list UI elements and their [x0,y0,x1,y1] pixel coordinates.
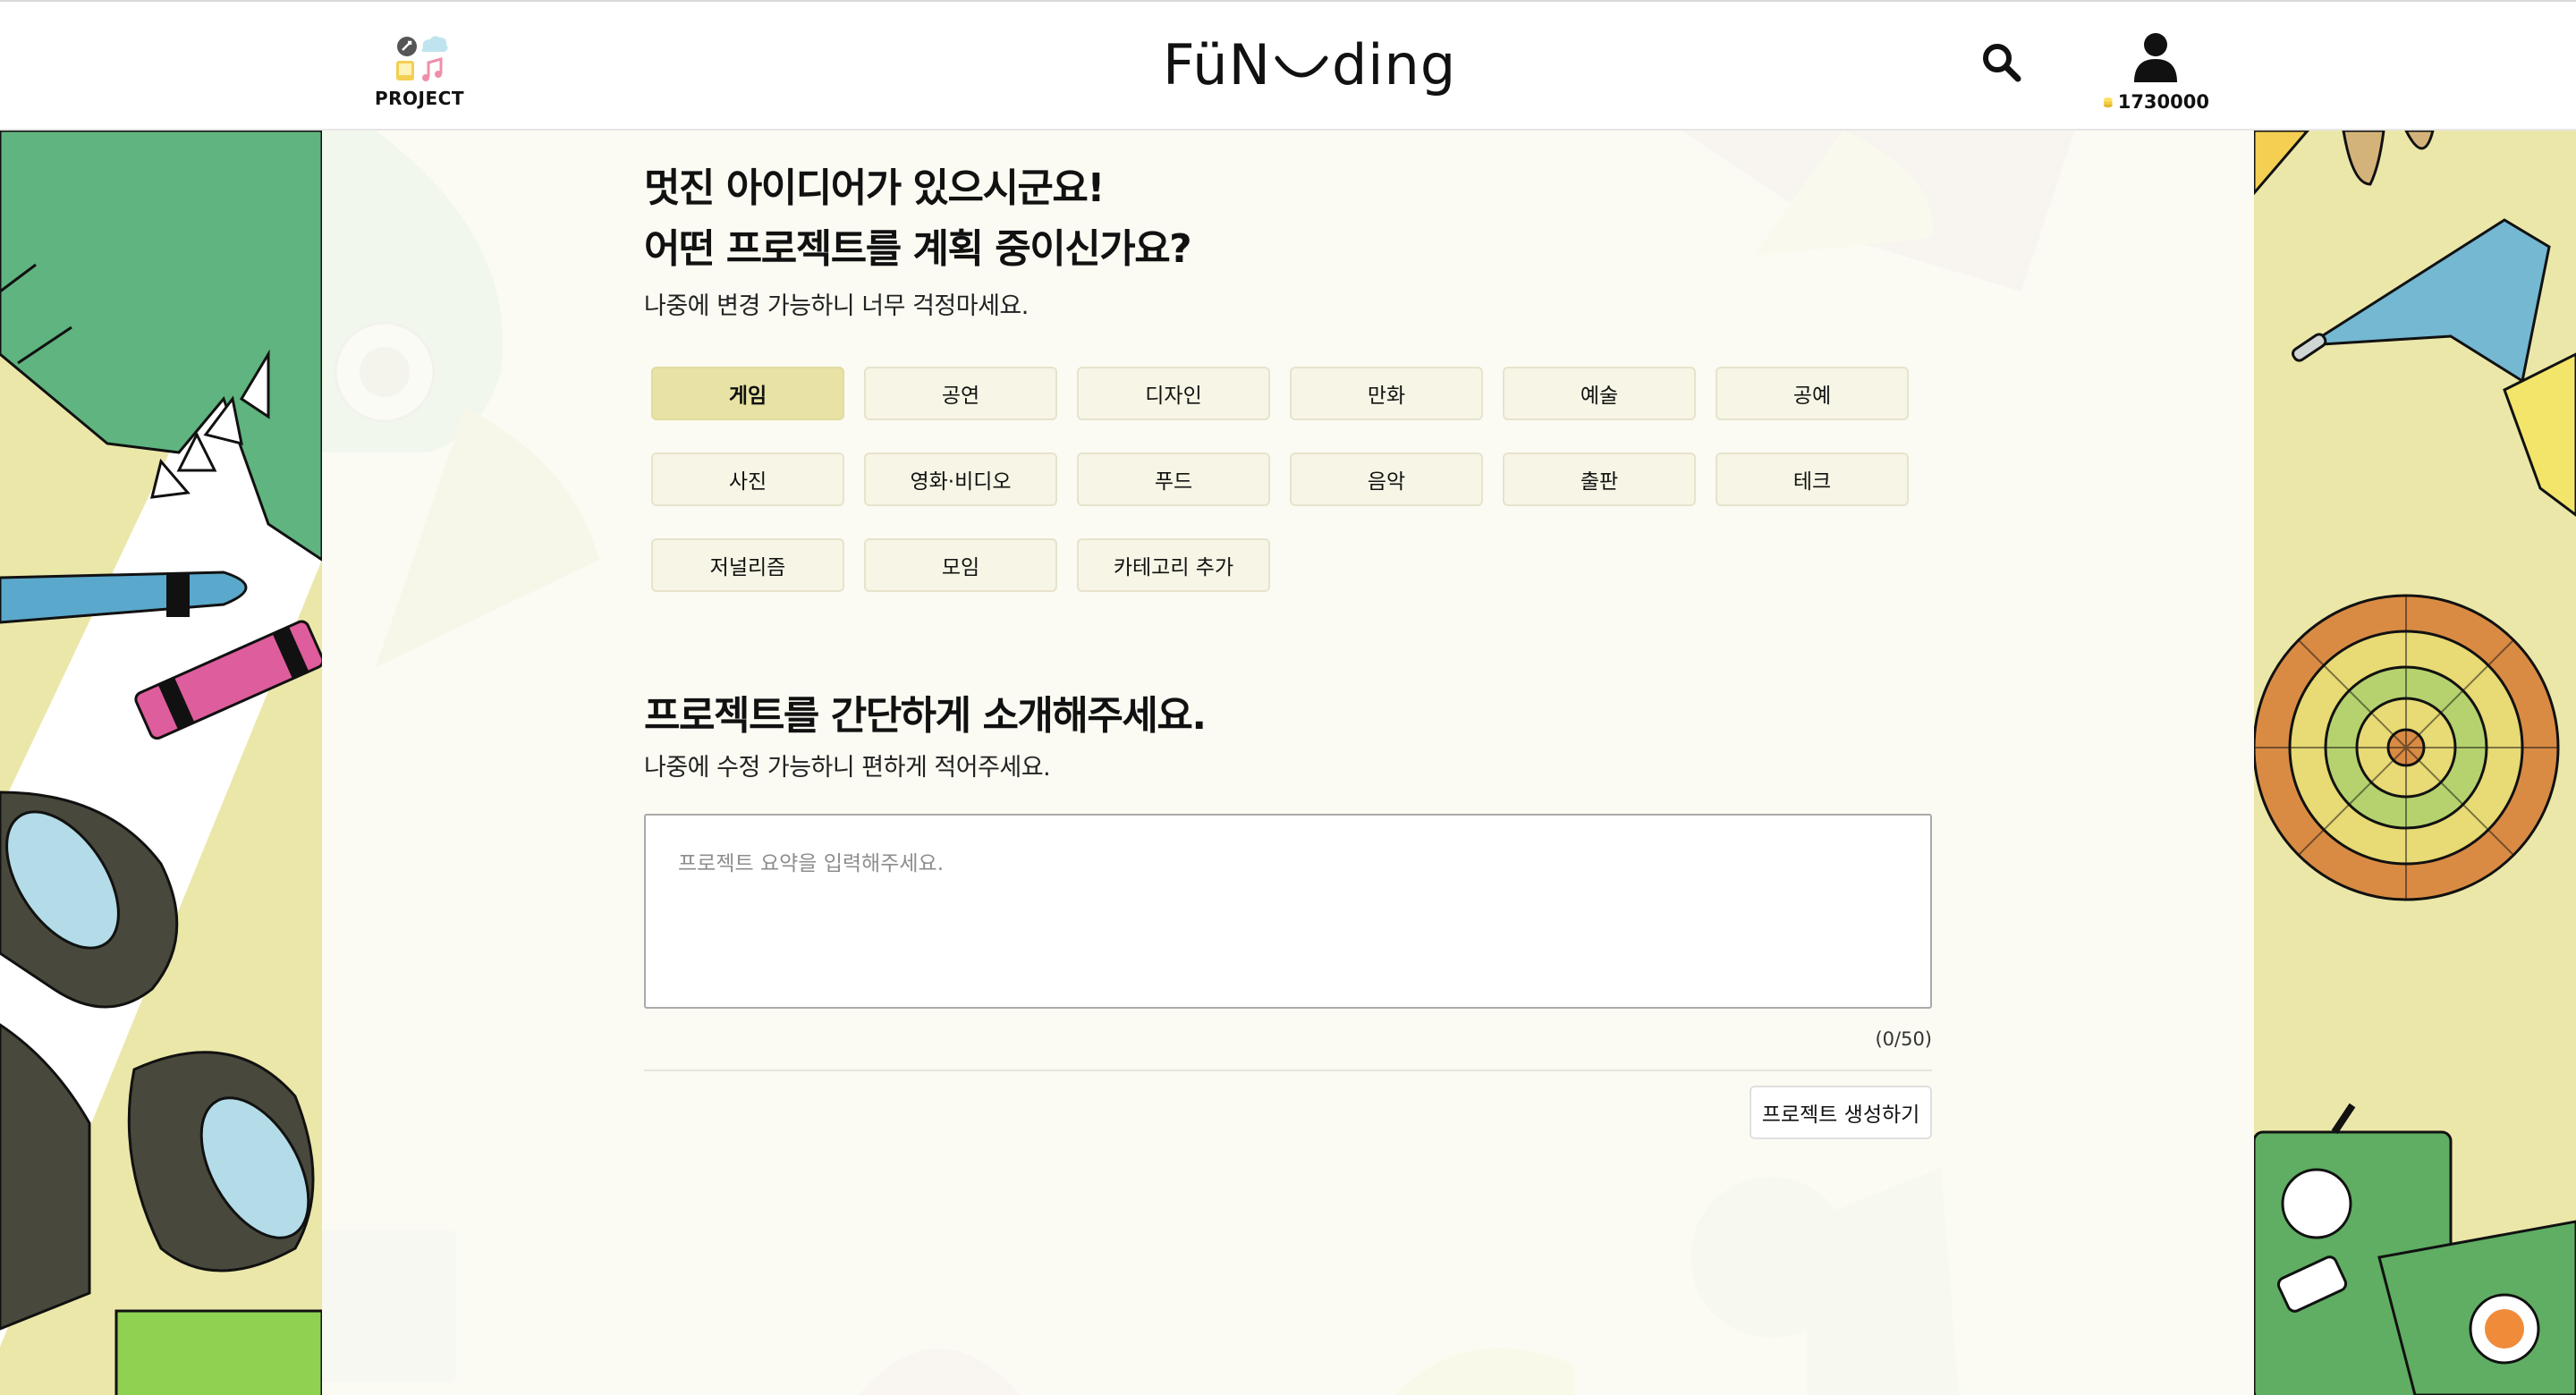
summary-input-box [644,814,1932,1009]
character-counter: (0/50) [1875,1028,1932,1050]
category-button-design[interactable]: 디자인 [1077,367,1270,420]
project-label: PROJECT [375,88,464,109]
search-icon[interactable] [1980,41,2023,84]
category-button-food[interactable]: 푸드 [1077,452,1270,506]
coin-icon [2103,97,2113,108]
coin-amount: 1730000 [2117,91,2209,113]
content-column: 멋진 아이디어가 있으시군요! 어떤 프로젝트를 계획 중이신가요? 나중에 변… [644,131,1932,1395]
user-icon [2134,33,2177,82]
category-button-game[interactable]: 게임 [651,367,844,420]
left-illustration-image [0,131,322,1395]
project-category-icon [396,36,448,81]
category-button-music[interactable]: 음악 [1290,452,1483,506]
main-panel: 멋진 아이디어가 있으시군요! 어떤 프로젝트를 계획 중이신가요? 나중에 변… [322,131,2254,1395]
category-button-journalism[interactable]: 저널리즘 [651,538,844,592]
category-button-tech[interactable]: 테크 [1716,452,1909,506]
divider [644,1070,1932,1071]
category-button-comics[interactable]: 만화 [1290,367,1483,420]
project-summary-input[interactable] [646,816,1930,1007]
right-decoration [2254,131,2576,1395]
logo-smile-icon [1275,55,1328,77]
top-header: PROJECT FüN ding 1730000 [0,0,2576,131]
add-category-button[interactable]: 카테고리 추가 [1077,538,1270,592]
category-title-line1: 멋진 아이디어가 있으시군요! [644,165,1105,211]
category-button-art[interactable]: 예술 [1503,367,1696,420]
category-subtitle: 나중에 변경 가능하니 너무 걱정마세요. [644,292,1029,320]
category-title-line2: 어떤 프로젝트를 계획 중이신가요? [644,226,1192,272]
intro-subtitle: 나중에 수정 가능하니 편하게 적어주세요. [644,754,1051,782]
category-button-performance[interactable]: 공연 [864,367,1057,420]
category-button-publishing[interactable]: 출판 [1503,452,1696,506]
project-menu-button[interactable]: PROJECT [361,32,478,109]
user-profile-button[interactable]: 1730000 [2102,32,2209,113]
category-button-craft[interactable]: 공예 [1716,367,1909,420]
category-button-photo[interactable]: 사진 [651,452,844,506]
category-button-film-video[interactable]: 영화·비디오 [864,452,1057,506]
site-logo[interactable]: FüN ding [1163,32,1456,97]
coin-balance: 1730000 [2102,91,2209,113]
create-project-button[interactable]: 프로젝트 생성하기 [1750,1086,1932,1139]
left-decoration [0,131,322,1395]
intro-title: 프로젝트를 간단하게 소개해주세요. [644,693,1207,739]
right-illustration-image [2254,131,2576,1395]
category-button-meetup[interactable]: 모임 [864,538,1057,592]
logo-text-left: FüN [1163,32,1271,97]
logo-text-right: ding [1331,32,1457,97]
